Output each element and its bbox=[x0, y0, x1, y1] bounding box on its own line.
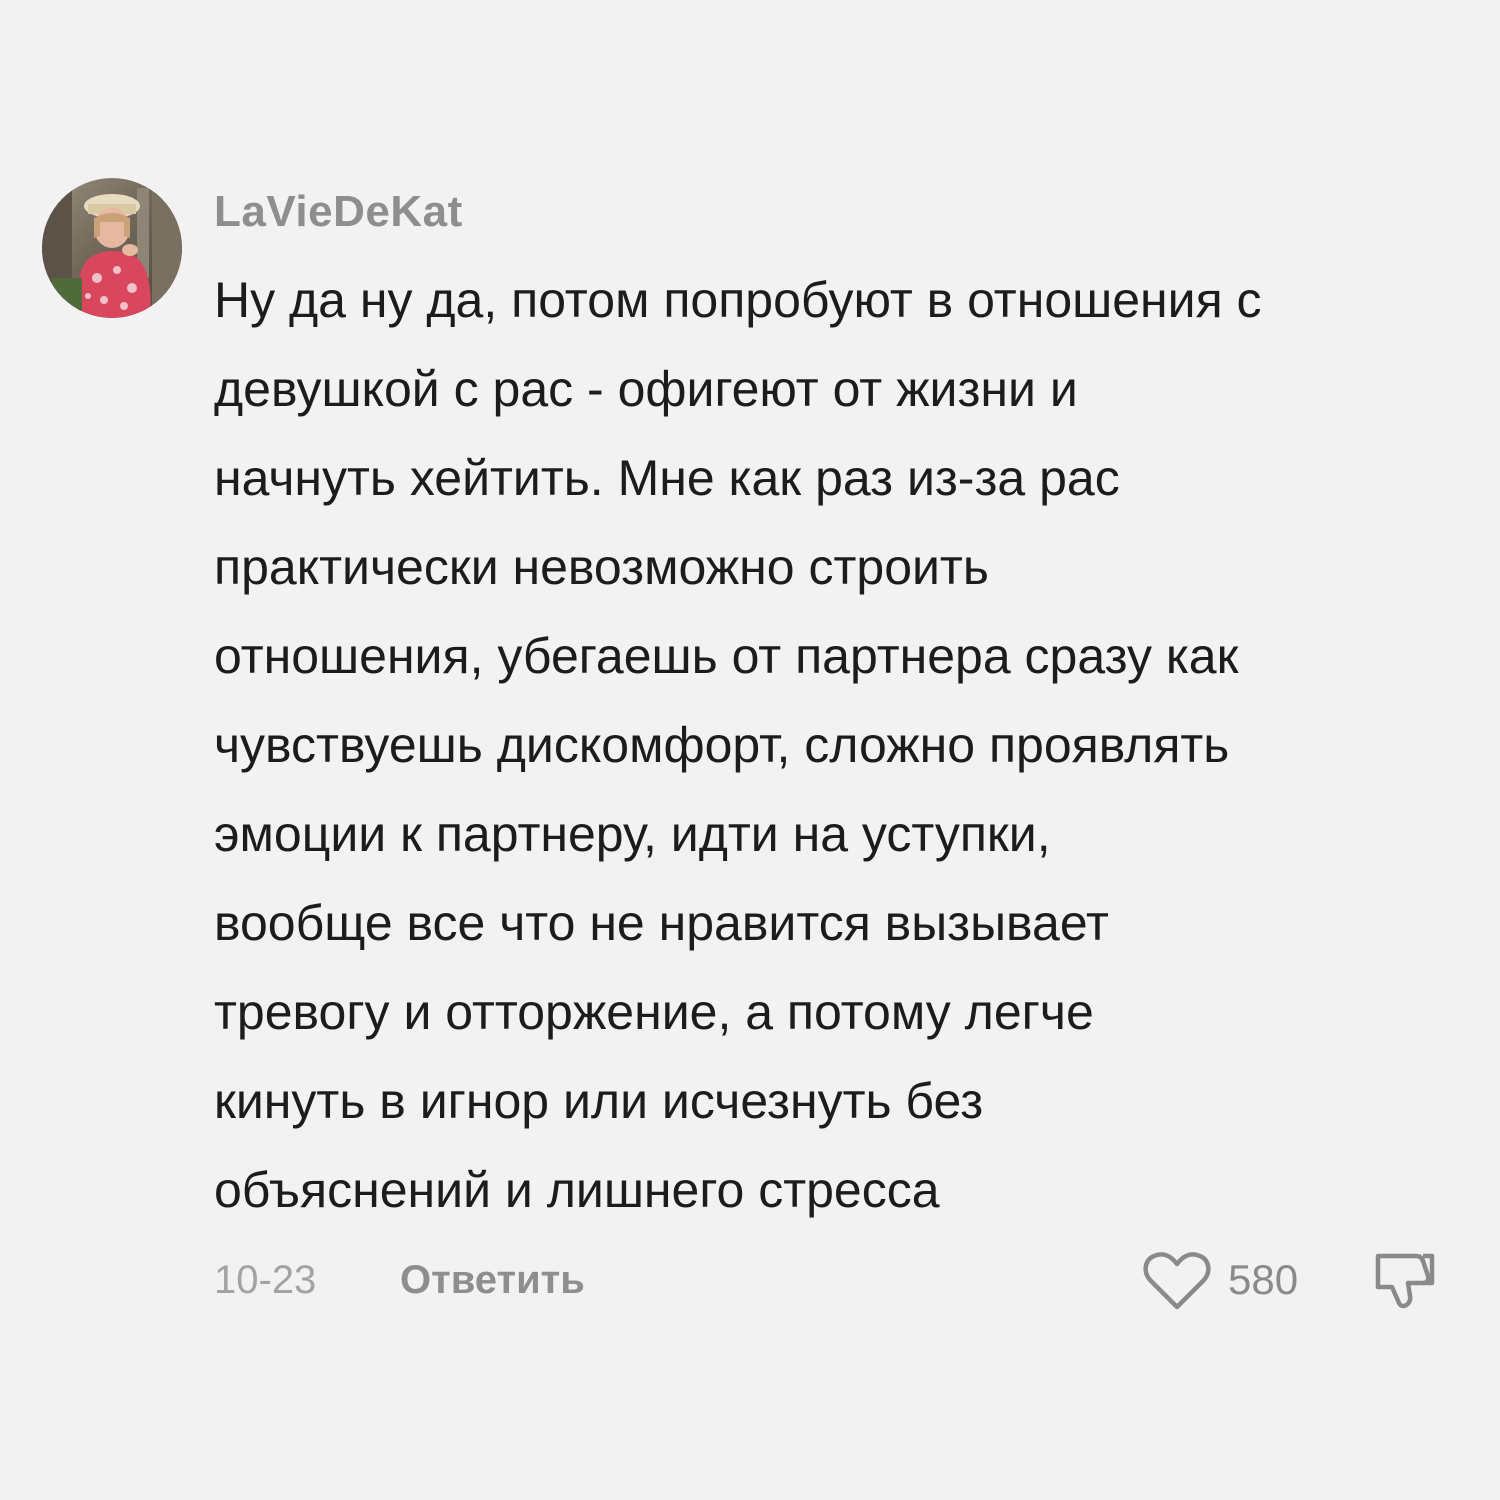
comment-text: Ну да ну да, потом попробуют в отношения… bbox=[214, 256, 1464, 1235]
like-button[interactable] bbox=[1142, 1250, 1212, 1312]
comment-text-line: кинуть в игнор или исчезнуть без bbox=[214, 1073, 984, 1129]
comment-meta-row: 10-23 Ответить 580 bbox=[0, 1250, 1500, 1310]
comment-item: LaVieDeKat Ну да ну да, потом попробуют … bbox=[0, 0, 1500, 1500]
reply-button[interactable]: Ответить bbox=[400, 1256, 585, 1304]
comment-text-line: практически невозможно строить bbox=[214, 539, 989, 595]
comment-text-line: чувствуешь дискомфорт, сложно проявлять bbox=[214, 717, 1230, 773]
heart-outline-icon bbox=[1143, 1252, 1211, 1310]
comment-text-line: начнуть хейтить. Мне как раз из-за рас bbox=[214, 450, 1120, 506]
user-avatar[interactable] bbox=[42, 178, 182, 318]
comment-date: 10-23 bbox=[214, 1258, 317, 1302]
dislike-button[interactable] bbox=[1370, 1246, 1442, 1314]
comment-text-line: объяснений и лишнего стресса bbox=[214, 1162, 940, 1218]
comment-text-line: вообще все что не нравится вызывает bbox=[214, 895, 1109, 951]
comment-text-line: девушкой с рас - офигеют от жизни и bbox=[214, 361, 1078, 417]
comment-text-line: отношения, убегаешь от партнера сразу ка… bbox=[214, 628, 1239, 684]
avatar-image bbox=[42, 178, 182, 318]
username[interactable]: LaVieDeKat bbox=[214, 186, 463, 238]
like-count: 580 bbox=[1228, 1256, 1299, 1303]
thumbs-down-outline-icon bbox=[1375, 1253, 1435, 1309]
comment-text-line: эмоции к партнеру, идти на уступки, bbox=[214, 806, 1051, 862]
comment-text-line: тревогу и отторжение, а потому легче bbox=[214, 984, 1094, 1040]
comment-text-line: Ну да ну да, потом попробуют в отношения… bbox=[214, 272, 1262, 328]
